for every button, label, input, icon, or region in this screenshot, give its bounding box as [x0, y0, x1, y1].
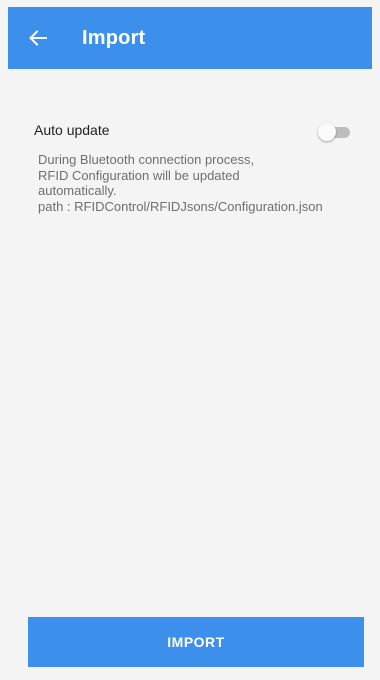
description-line: RFID Configuration will be updated: [38, 167, 240, 183]
auto-update-description: During Bluetooth connection process, RFI…: [38, 152, 368, 214]
description-line: During Bluetooth connection process,: [38, 152, 255, 167]
back-button[interactable]: [26, 26, 50, 50]
arrow-left-icon: [29, 30, 47, 46]
description-line: automatically.: [38, 183, 117, 198]
auto-update-toggle[interactable]: [318, 122, 352, 142]
settings-content: Auto update During Bluetooth connection …: [8, 69, 372, 609]
auto-update-row: Auto update: [34, 122, 364, 142]
toggle-thumb: [318, 123, 336, 141]
description-path: path : RFIDControl/RFIDJsons/Configurati…: [38, 198, 323, 214]
app-bar: Import: [8, 7, 372, 69]
import-button[interactable]: IMPORT: [28, 617, 364, 667]
page-title: Import: [82, 26, 146, 49]
auto-update-label: Auto update: [34, 122, 110, 138]
